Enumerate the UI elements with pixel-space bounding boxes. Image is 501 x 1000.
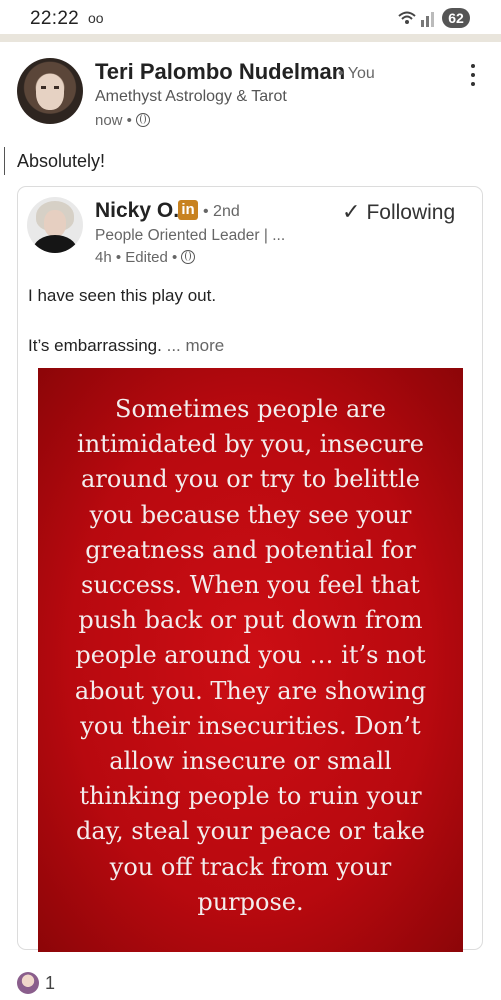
more-menu-icon[interactable] xyxy=(463,64,483,90)
reaction-count[interactable]: 1 xyxy=(45,973,55,994)
following-button[interactable]: ✓ Following xyxy=(342,199,455,225)
author-name[interactable]: Teri Palombo Nudelman xyxy=(95,59,345,85)
shared-post-image[interactable]: Sometimes people are intimidated by you,… xyxy=(38,368,463,952)
shared-author-avatar[interactable] xyxy=(27,197,83,253)
author-relation: • You xyxy=(338,65,375,82)
author-avatar[interactable] xyxy=(17,58,83,124)
shared-post-meta: 4h • Edited • xyxy=(95,249,196,266)
post-timestamp: now • xyxy=(95,112,150,129)
text-cursor xyxy=(0,147,5,175)
battery-indicator: 62 xyxy=(442,8,470,28)
reaction-icon[interactable] xyxy=(17,972,39,994)
avatar-face xyxy=(44,210,66,237)
following-label: Following xyxy=(366,201,456,224)
shared-post-text-line2: It’s embarrassing. ... more xyxy=(28,336,224,356)
text-line2-body: It’s embarrassing. xyxy=(28,336,162,355)
timestamp-text: now • xyxy=(95,112,132,129)
post-comment: Absolutely! xyxy=(17,151,106,171)
shared-author-name[interactable]: Nicky O. xyxy=(95,199,179,223)
connection-degree: • 2nd xyxy=(203,203,240,220)
header-divider xyxy=(0,34,501,42)
author-headline: Amethyst Astrology & Tarot xyxy=(95,88,287,105)
globe-icon xyxy=(135,113,150,127)
linkedin-badge-icon: in xyxy=(178,200,198,220)
avatar-body xyxy=(33,235,77,253)
wifi-signal-icon xyxy=(398,11,434,27)
avatar-face xyxy=(36,74,64,110)
shared-author-headline: People Oriented Leader | ... xyxy=(95,227,286,244)
status-bar: 22:22 oo 62 xyxy=(0,0,501,36)
image-quote-text: Sometimes people are intimidated by you,… xyxy=(74,395,427,916)
avatar-eyes xyxy=(41,86,59,89)
globe-icon xyxy=(181,250,196,264)
see-more-link[interactable]: ... more xyxy=(167,336,225,355)
check-icon: ✓ xyxy=(342,199,361,224)
meta-text: 4h • Edited • xyxy=(95,249,178,266)
shared-post-text-line1: I have seen this play out. xyxy=(28,286,217,305)
voicemail-icon: oo xyxy=(88,10,104,26)
status-time: 22:22 xyxy=(30,8,80,29)
